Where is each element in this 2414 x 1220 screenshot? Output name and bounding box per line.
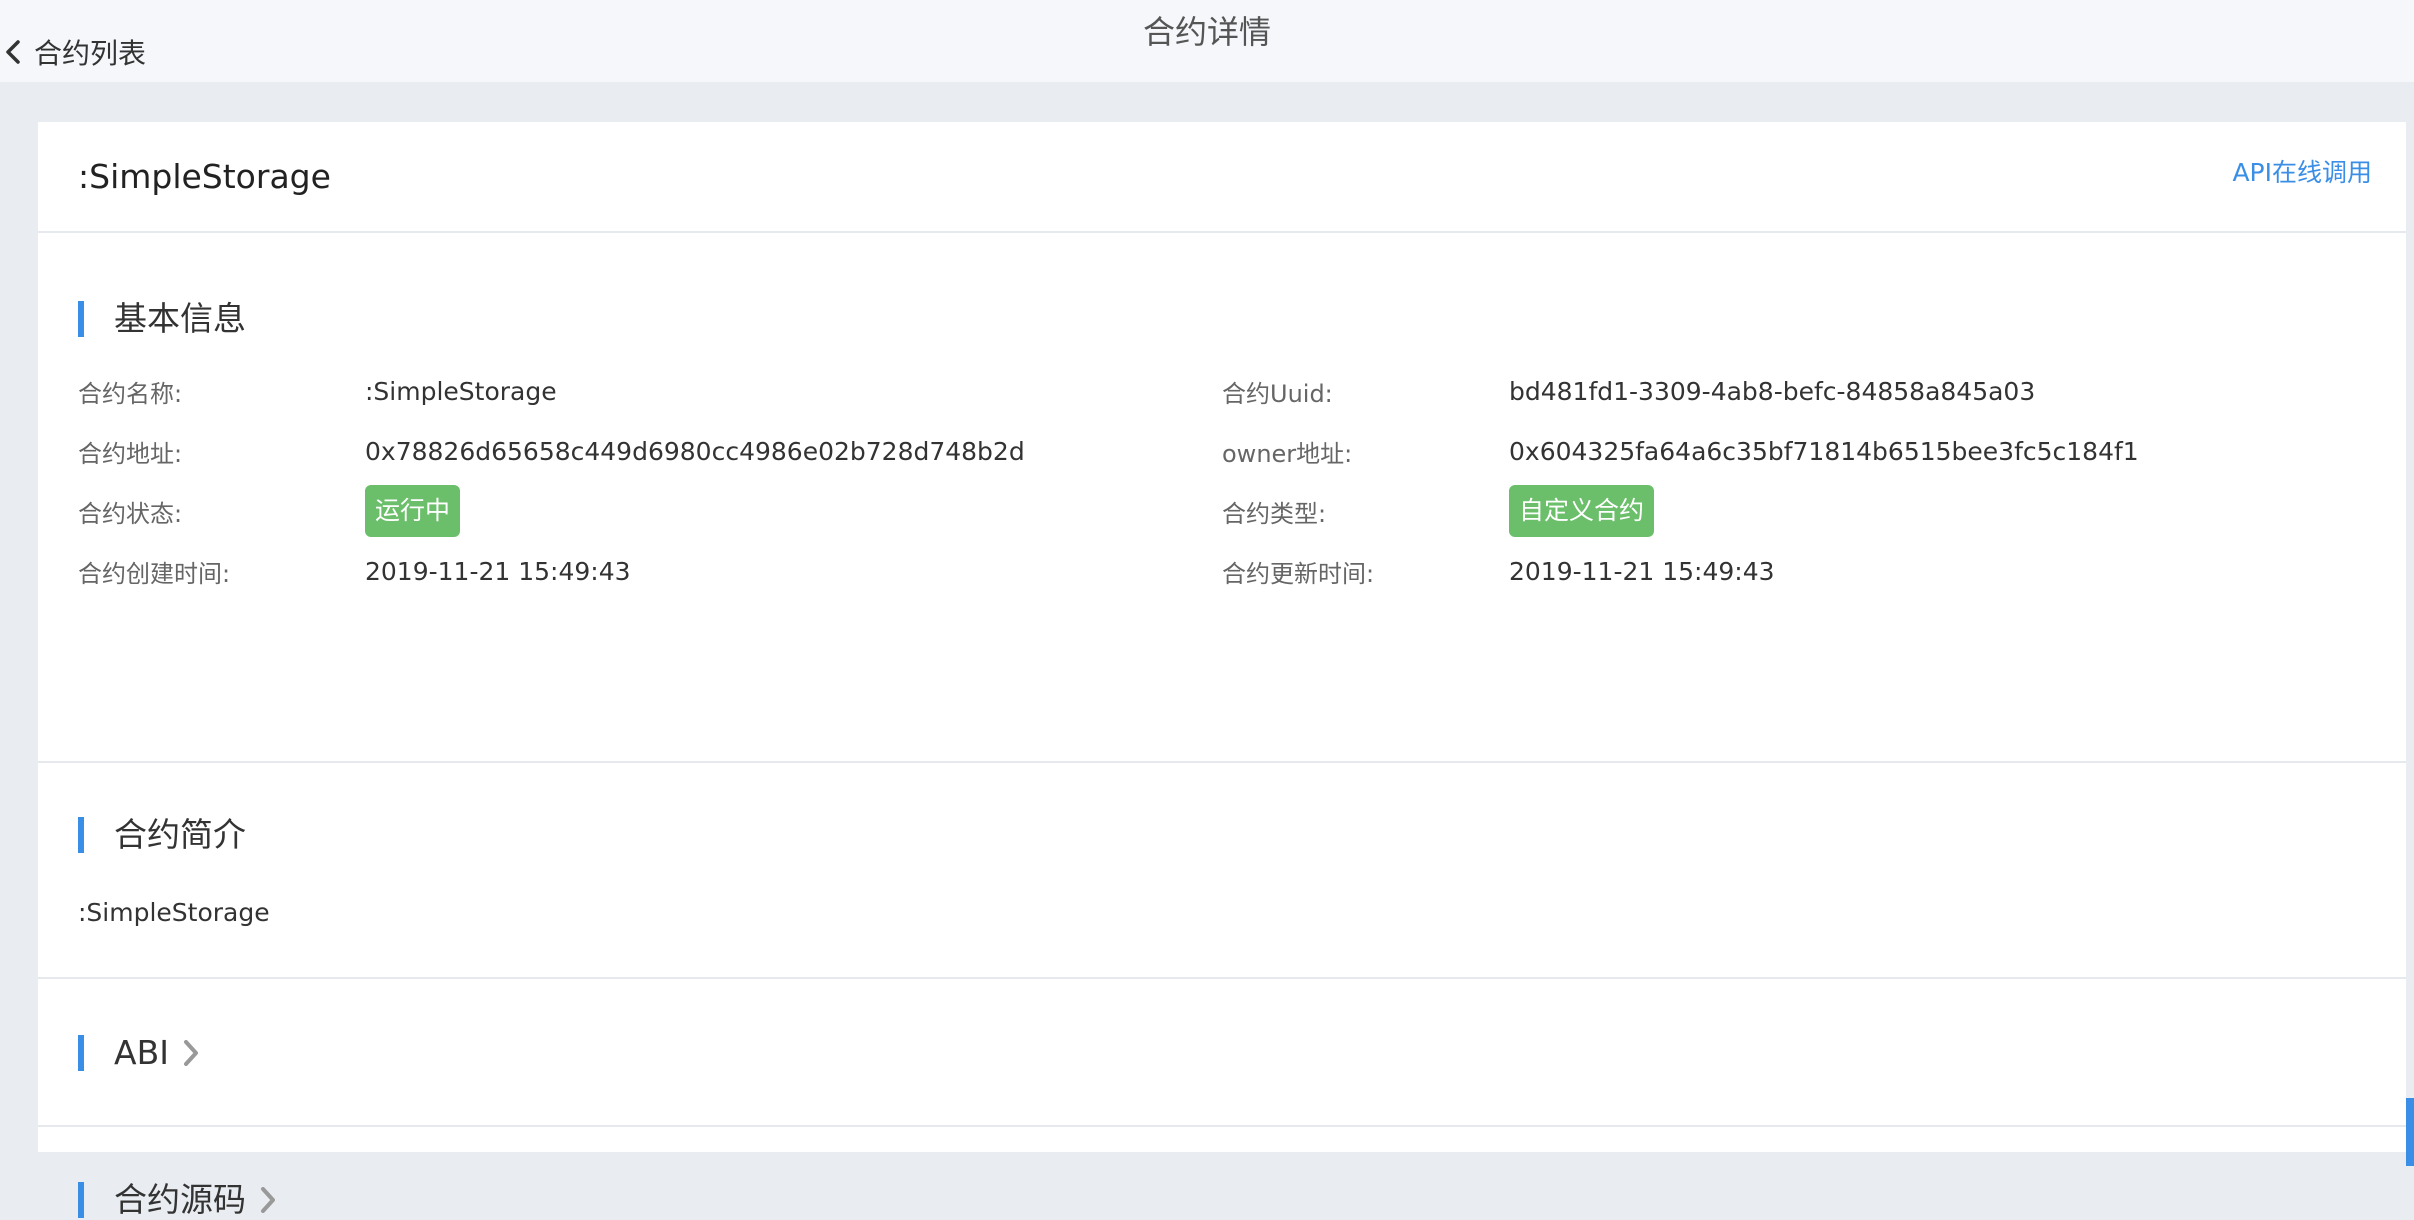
description-text: :SimpleStorage (78, 898, 270, 927)
description-heading: 合约简介 (78, 815, 246, 855)
info-label: 合约Uuid: (1222, 379, 1333, 408)
api-online-call-link[interactable]: API在线调用 (2232, 148, 2372, 198)
contract-type-badge: 自定义合约 (1509, 485, 1655, 537)
info-label: 合约创建时间: (78, 559, 231, 588)
chevron-right-icon (177, 1039, 205, 1067)
info-row-owner-address: owner地址: 0x604325fa64a6c35bf71814b6515be… (1222, 431, 2382, 471)
info-label: 合约状态: (78, 499, 183, 528)
basic-info-section: 基本信息 合约名称: :SimpleStorage 合约地址: 0x78826d… (38, 233, 2406, 763)
basic-info-heading: 基本信息 (78, 299, 246, 339)
abi-heading-toggle[interactable]: ABI (78, 1033, 205, 1073)
info-label: 合约类型: (1222, 499, 1327, 528)
source-code-title: 合约源码 (114, 1180, 246, 1219)
card-header: :SimpleStorage API在线调用 (38, 122, 2406, 233)
created-time-value: 2019-11-21 15:49:43 (365, 556, 631, 586)
contract-address-value: 0x78826d65658c449d6980cc4986e02b728d748b… (365, 436, 1025, 466)
section-accent-bar (78, 1035, 84, 1071)
source-code-section: 合约源码 (38, 1127, 2406, 1219)
info-row-updated-time: 合约更新时间: 2019-11-21 15:49:43 (1222, 551, 2382, 591)
top-bar: 合约列表 合约详情 (0, 0, 2414, 82)
abi-section: ABI (38, 979, 2406, 1127)
description-title: 合约简介 (114, 815, 246, 854)
contract-title: :SimpleStorage (78, 157, 331, 196)
basic-info-title: 基本信息 (114, 299, 246, 338)
source-code-heading-toggle[interactable]: 合约源码 (78, 1180, 282, 1220)
updated-time-value: 2019-11-21 15:49:43 (1509, 556, 1775, 586)
abi-title: ABI (114, 1033, 169, 1072)
info-row-contract-type: 合约类型: 自定义合约 (1222, 485, 2382, 537)
info-label: 合约地址: (78, 439, 183, 468)
info-row-contract-uuid: 合约Uuid: bd481fd1-3309-4ab8-befc-84858a84… (1222, 371, 2382, 411)
chevron-right-icon (254, 1186, 282, 1214)
info-label: 合约更新时间: (1222, 559, 1375, 588)
info-row-created-time: 合约创建时间: 2019-11-21 15:49:43 (78, 551, 1178, 591)
description-section: 合约简介 :SimpleStorage (38, 763, 2406, 979)
info-label: 合约名称: (78, 379, 183, 408)
contract-detail-card: :SimpleStorage API在线调用 基本信息 合约名称: :Simpl… (38, 122, 2406, 1219)
section-accent-bar (78, 817, 84, 853)
info-label: owner地址: (1222, 439, 1353, 468)
owner-address-value: 0x604325fa64a6c35bf71814b6515bee3fc5c184… (1509, 436, 2139, 466)
section-accent-bar (78, 1182, 84, 1218)
info-row-contract-address: 合约地址: 0x78826d65658c449d6980cc4986e02b72… (78, 431, 1178, 471)
info-row-contract-status: 合约状态: 运行中 (78, 485, 1178, 537)
contract-name-value: :SimpleStorage (365, 376, 557, 406)
section-accent-bar (78, 301, 84, 337)
status-badge: 运行中 (365, 485, 461, 537)
page-title: 合约详情 (1142, 13, 1271, 51)
info-row-contract-name: 合约名称: :SimpleStorage (78, 371, 1178, 411)
scrollbar-thumb[interactable] (2406, 1098, 2414, 1166)
contract-uuid-value: bd481fd1-3309-4ab8-befc-84858a845a03 (1509, 376, 2036, 406)
